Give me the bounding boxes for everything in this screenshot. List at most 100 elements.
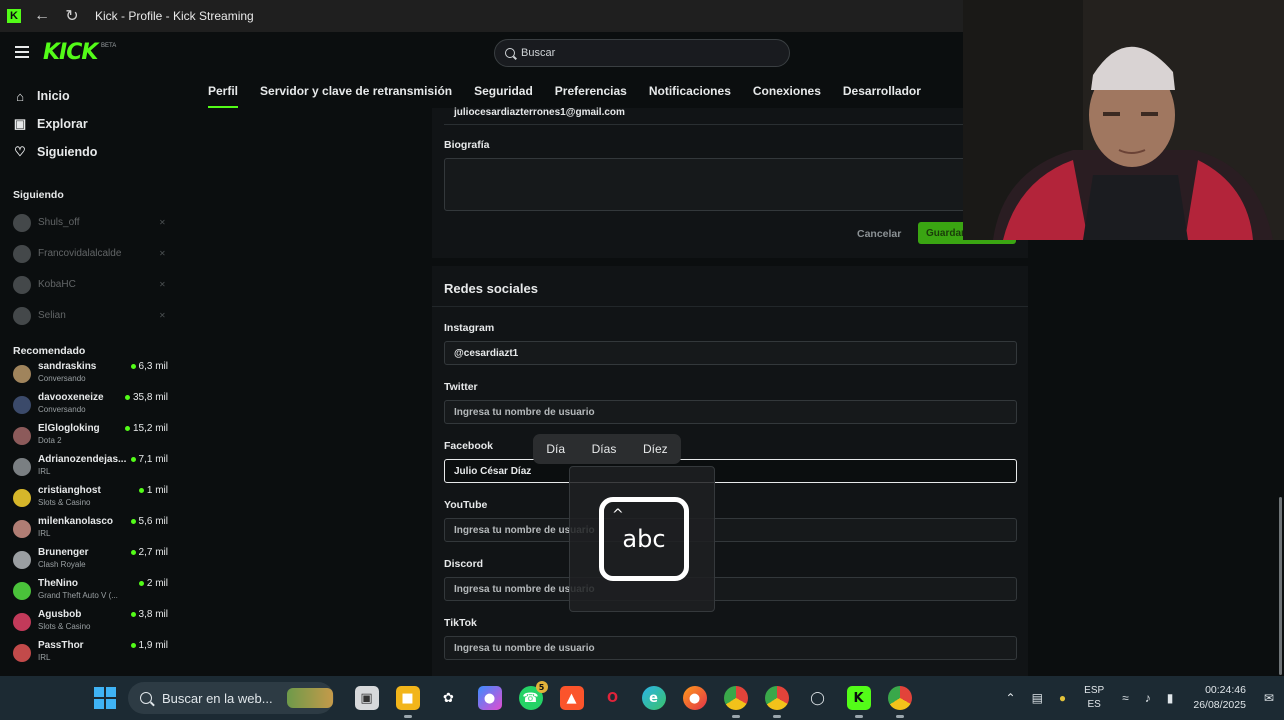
suggestion-item[interactable]: Díez xyxy=(643,442,668,456)
windows-start-icon[interactable] xyxy=(94,687,116,709)
recommended-channel-item[interactable]: milenkanolasco IRL 5,6 mil xyxy=(0,516,180,547)
taskbar-search[interactable]: Buscar en la web... xyxy=(128,682,334,714)
following-channel-item[interactable]: Selian ✕ xyxy=(0,300,180,331)
recommended-channel-item[interactable]: Adrianozendejas... IRL 7,1 mil xyxy=(0,454,180,485)
tab-preferencias[interactable]: Preferencias xyxy=(555,76,627,108)
viewer-count: 15,2 mil xyxy=(124,423,168,434)
suggestion-item[interactable]: Días xyxy=(592,442,617,456)
audio-meter-icon[interactable]: ▤ xyxy=(1032,691,1043,705)
avatar xyxy=(13,458,31,476)
avatar xyxy=(13,489,31,507)
recommended-section-title: Recomendado xyxy=(13,345,86,357)
notifications-icon[interactable]: ✉ xyxy=(1264,691,1274,705)
tab-conexiones[interactable]: Conexiones xyxy=(753,76,821,108)
sidebar-item-label: Siguiendo xyxy=(37,145,98,159)
sidebar-item-label: Inicio xyxy=(37,89,70,103)
file-explorer-icon[interactable]: ■ xyxy=(395,686,420,718)
tab-perfil[interactable]: Perfil xyxy=(208,76,239,108)
obs-icon[interactable]: ◯ xyxy=(806,686,830,710)
recommended-channel-item[interactable]: Agusbob Slots & Casino 3,8 mil xyxy=(0,609,180,640)
recommended-channel-item[interactable]: cristianghost Slots & Casino 1 mil xyxy=(0,485,180,516)
sidebar-item-explorar[interactable]: ▣ Explorar xyxy=(0,110,180,138)
offline-icon: ✕ xyxy=(159,311,166,320)
back-arrow-icon[interactable]: ← xyxy=(33,7,51,25)
bio-label: Biografía xyxy=(444,139,490,151)
taskbar-apps: ▣ ■ ✿ ● ☎ 5 ▲ O e ● ◯ K xyxy=(346,681,920,718)
recommended-channel-item[interactable]: davooxeneize Conversando 35,8 mil xyxy=(0,392,180,423)
microphone-icon[interactable]: ● xyxy=(1059,691,1066,705)
avatar xyxy=(13,275,31,294)
task-view-icon[interactable]: ▣ xyxy=(354,686,379,710)
kick-favicon-icon: K xyxy=(7,9,21,23)
socials-heading: Redes sociales xyxy=(444,281,538,296)
channel-name: Shuls_off xyxy=(38,217,80,228)
viewer-count: 35,8 mil xyxy=(124,392,168,403)
youtube-input[interactable] xyxy=(444,518,1017,542)
firefox-icon[interactable]: ● xyxy=(682,686,707,710)
whatsapp-icon[interactable]: ☎ 5 xyxy=(518,681,548,710)
offline-icon: ✕ xyxy=(159,249,166,258)
wifi-icon[interactable]: ≈ xyxy=(1122,691,1129,705)
following-channel-item[interactable]: Francovidalalcalde ✕ xyxy=(0,238,180,269)
copilot-icon[interactable]: ● xyxy=(477,686,502,710)
facebook-input[interactable] xyxy=(444,459,1017,483)
divider xyxy=(432,306,1028,307)
tab-notificaciones[interactable]: Notificaciones xyxy=(649,76,731,108)
avatar xyxy=(13,520,31,538)
tab-servidor[interactable]: Servidor y clave de retransmisión xyxy=(260,76,452,108)
kick-logo[interactable]: KICK xyxy=(43,40,98,65)
chevron-up-icon[interactable]: ⌃ xyxy=(1006,691,1016,705)
reload-icon[interactable]: ↻ xyxy=(63,7,81,25)
opera-icon[interactable]: O xyxy=(601,686,625,710)
channel-category: IRL xyxy=(38,529,51,538)
following-channel-item[interactable]: KobaHC ✕ xyxy=(0,269,180,300)
ime-mode-indicator: ^ abc xyxy=(569,466,715,612)
channel-name: Agusbob xyxy=(38,609,82,620)
chrome-profile-icon[interactable] xyxy=(764,686,789,718)
bio-textarea[interactable] xyxy=(444,158,1016,211)
search-input[interactable] xyxy=(521,47,761,59)
recommended-channel-item[interactable]: Brunenger Clash Royale 2,7 mil xyxy=(0,547,180,578)
offline-icon: ✕ xyxy=(159,218,166,227)
sidebar-item-inicio[interactable]: ⌂ Inicio xyxy=(0,82,180,110)
live-dot-icon xyxy=(124,395,130,400)
chrome-icon[interactable] xyxy=(723,686,748,718)
channel-category: IRL xyxy=(38,653,51,662)
language-indicator[interactable]: ESP ES xyxy=(1084,684,1104,712)
chatgpt-icon[interactable]: ✿ xyxy=(437,686,461,710)
cancel-button[interactable]: Cancelar xyxy=(857,228,901,240)
tab-desarrollador[interactable]: Desarrollador xyxy=(843,76,921,108)
channel-category: Grand Theft Auto V (... xyxy=(38,591,118,600)
tab-seguridad[interactable]: Seguridad xyxy=(474,76,533,108)
instagram-input[interactable] xyxy=(444,341,1017,365)
discord-input[interactable] xyxy=(444,577,1017,601)
twitter-input[interactable] xyxy=(444,400,1017,424)
sidebar-item-siguiendo[interactable]: ♡ Siguiendo xyxy=(0,138,180,166)
following-channel-item[interactable]: Shuls_off ✕ xyxy=(0,207,180,238)
logo-beta-badge: BETA xyxy=(101,43,117,49)
suggestion-item[interactable]: Día xyxy=(546,442,565,456)
volume-icon[interactable]: ♪ xyxy=(1145,691,1151,705)
avatar xyxy=(13,365,31,383)
chrome-alt-profile-icon[interactable] xyxy=(887,686,912,718)
menu-icon[interactable] xyxy=(15,46,29,58)
search-bar[interactable] xyxy=(494,39,790,67)
edge-icon[interactable]: e xyxy=(641,686,666,710)
channel-category: Conversando xyxy=(38,374,86,383)
settings-tabs: Perfil Servidor y clave de retransmisión S… xyxy=(180,76,980,108)
scrollbar-thumb[interactable] xyxy=(1279,497,1282,675)
recommended-channel-item[interactable]: TheNino Grand Theft Auto V (... 2 mil xyxy=(0,578,180,609)
recommended-channel-item[interactable]: ElGlogloking Dota 2 15,2 mil xyxy=(0,423,180,454)
brave-icon[interactable]: ▲ xyxy=(559,686,584,710)
kick-app-icon[interactable]: K xyxy=(846,686,871,718)
heart-icon: ♡ xyxy=(14,144,26,159)
viewer-count-value: 35,8 mil xyxy=(132,392,168,403)
recommended-channel-item[interactable]: PassThor IRL 1,9 mil xyxy=(0,640,180,671)
battery-icon[interactable]: ▮ xyxy=(1167,691,1174,705)
sidebar-item-label: Explorar xyxy=(37,117,88,131)
instagram-label: Instagram xyxy=(444,322,495,334)
tiktok-input[interactable] xyxy=(444,636,1017,660)
clock[interactable]: 00:24:46 26/08/2025 xyxy=(1193,683,1246,713)
channel-name: Selian xyxy=(38,310,66,321)
recommended-channel-item[interactable]: sandraskins Conversando 6,3 mil xyxy=(0,361,180,392)
